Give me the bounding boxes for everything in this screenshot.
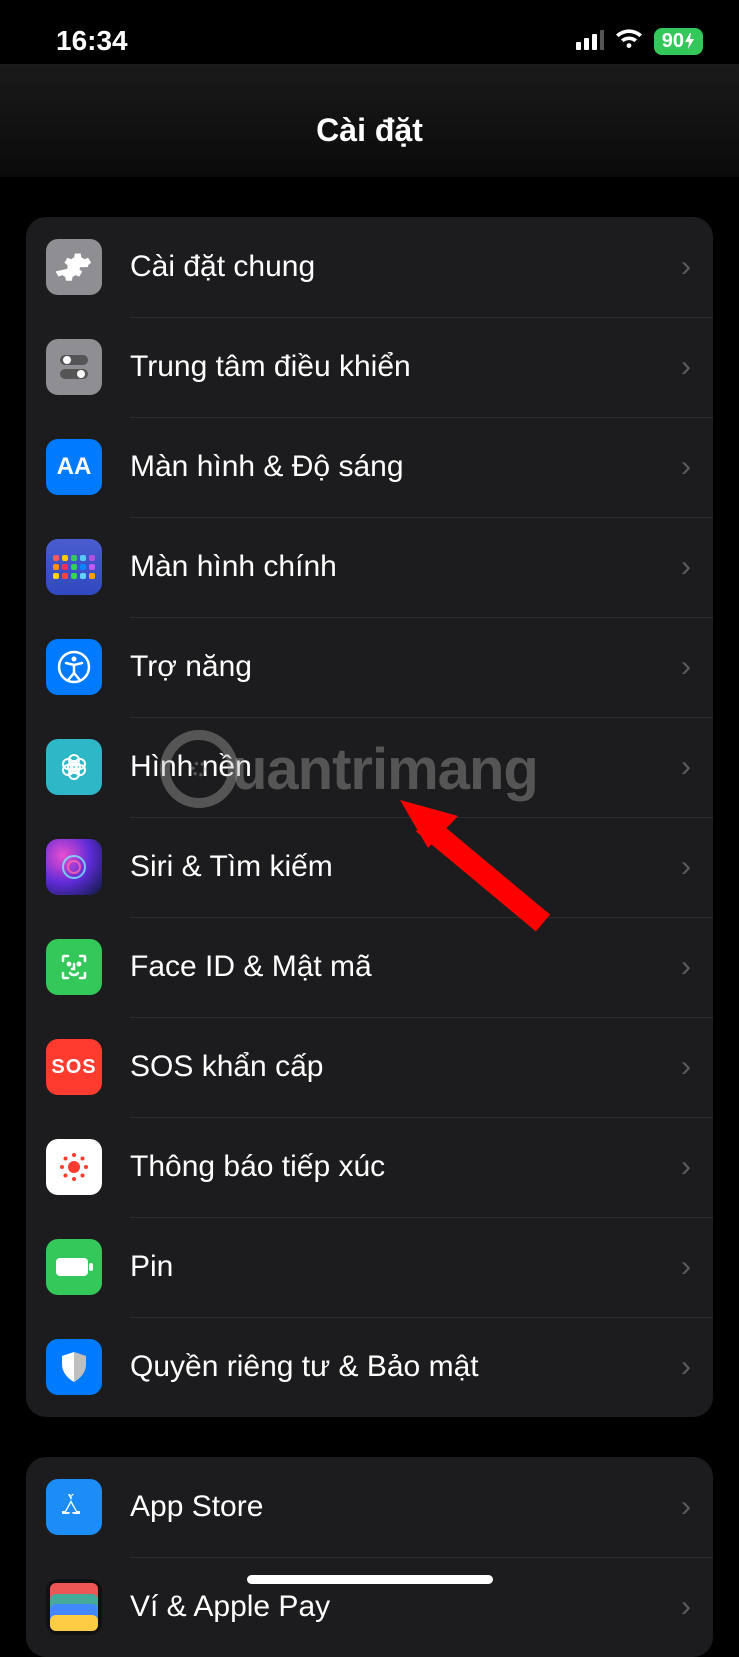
row-label: App Store [130,1490,681,1524]
privacy-icon [46,1339,102,1395]
chevron-right-icon: › [681,1250,691,1284]
row-label: Cài đặt chung [130,250,681,284]
faceid-icon [46,939,102,995]
row-sos[interactable]: SOS SOS khẩn cấp › [26,1017,713,1117]
display-icon: AA [46,439,102,495]
wallpaper-icon [46,739,102,795]
status-bar: 16:34 90 [0,0,739,64]
wifi-icon [614,25,644,57]
row-label: Face ID & Mật mã [130,950,681,984]
accessibility-icon [46,639,102,695]
battery-indicator: 90 [654,28,703,55]
row-label: Pin [130,1250,681,1284]
row-exposure[interactable]: Thông báo tiếp xúc › [26,1117,713,1217]
status-time: 16:34 [56,25,128,57]
row-privacy[interactable]: Quyền riêng tư & Bảo mật › [26,1317,713,1417]
row-accessibility[interactable]: Trợ năng › [26,617,713,717]
row-label: Trung tâm điều khiển [130,350,681,384]
settings-group-apps: App Store › Ví & Apple Pay › [26,1457,713,1657]
row-wallet[interactable]: Ví & Apple Pay › [26,1557,713,1657]
sos-icon: SOS [46,1039,102,1095]
chevron-right-icon: › [681,1050,691,1084]
chevron-right-icon: › [681,850,691,884]
chevron-right-icon: › [681,1490,691,1524]
row-display[interactable]: AA Màn hình & Độ sáng › [26,417,713,517]
row-appstore[interactable]: App Store › [26,1457,713,1557]
row-general[interactable]: Cài đặt chung › [26,217,713,317]
row-label: Hình nền [130,750,681,784]
home-screen-icon [46,539,102,595]
row-label: Thông báo tiếp xúc [130,1150,681,1184]
row-wallpaper[interactable]: Hình nền › [26,717,713,817]
row-battery[interactable]: Pin › [26,1217,713,1317]
row-label: Quyền riêng tư & Bảo mật [130,1350,681,1384]
row-home-screen[interactable]: Màn hình chính › [26,517,713,617]
chevron-right-icon: › [681,750,691,784]
siri-icon [46,839,102,895]
chevron-right-icon: › [681,550,691,584]
settings-group-main: Cài đặt chung › Trung tâm điều khiển › A… [26,217,713,1417]
row-label: Trợ năng [130,650,681,684]
row-siri[interactable]: Siri & Tìm kiếm › [26,817,713,917]
chevron-right-icon: › [681,1150,691,1184]
row-label: Màn hình & Độ sáng [130,450,681,484]
chevron-right-icon: › [681,950,691,984]
wallet-icon [46,1579,102,1635]
appstore-icon [46,1479,102,1535]
cellular-icon [576,25,604,57]
row-faceid[interactable]: Face ID & Mật mã › [26,917,713,1017]
chevron-right-icon: › [681,650,691,684]
chevron-right-icon: › [681,1590,691,1624]
control-center-icon [46,339,102,395]
chevron-right-icon: › [681,1350,691,1384]
exposure-icon [46,1139,102,1195]
row-label: SOS khẩn cấp [130,1050,681,1084]
page-title: Cài đặt [0,64,739,177]
row-control-center[interactable]: Trung tâm điều khiển › [26,317,713,417]
home-indicator[interactable] [247,1575,493,1584]
row-label: Siri & Tìm kiếm [130,850,681,884]
chevron-right-icon: › [681,450,691,484]
gear-icon [46,239,102,295]
chevron-right-icon: › [681,250,691,284]
row-label: Màn hình chính [130,550,681,584]
row-label: Ví & Apple Pay [130,1590,681,1624]
battery-icon [46,1239,102,1295]
chevron-right-icon: › [681,350,691,384]
status-right: 90 [576,25,703,57]
